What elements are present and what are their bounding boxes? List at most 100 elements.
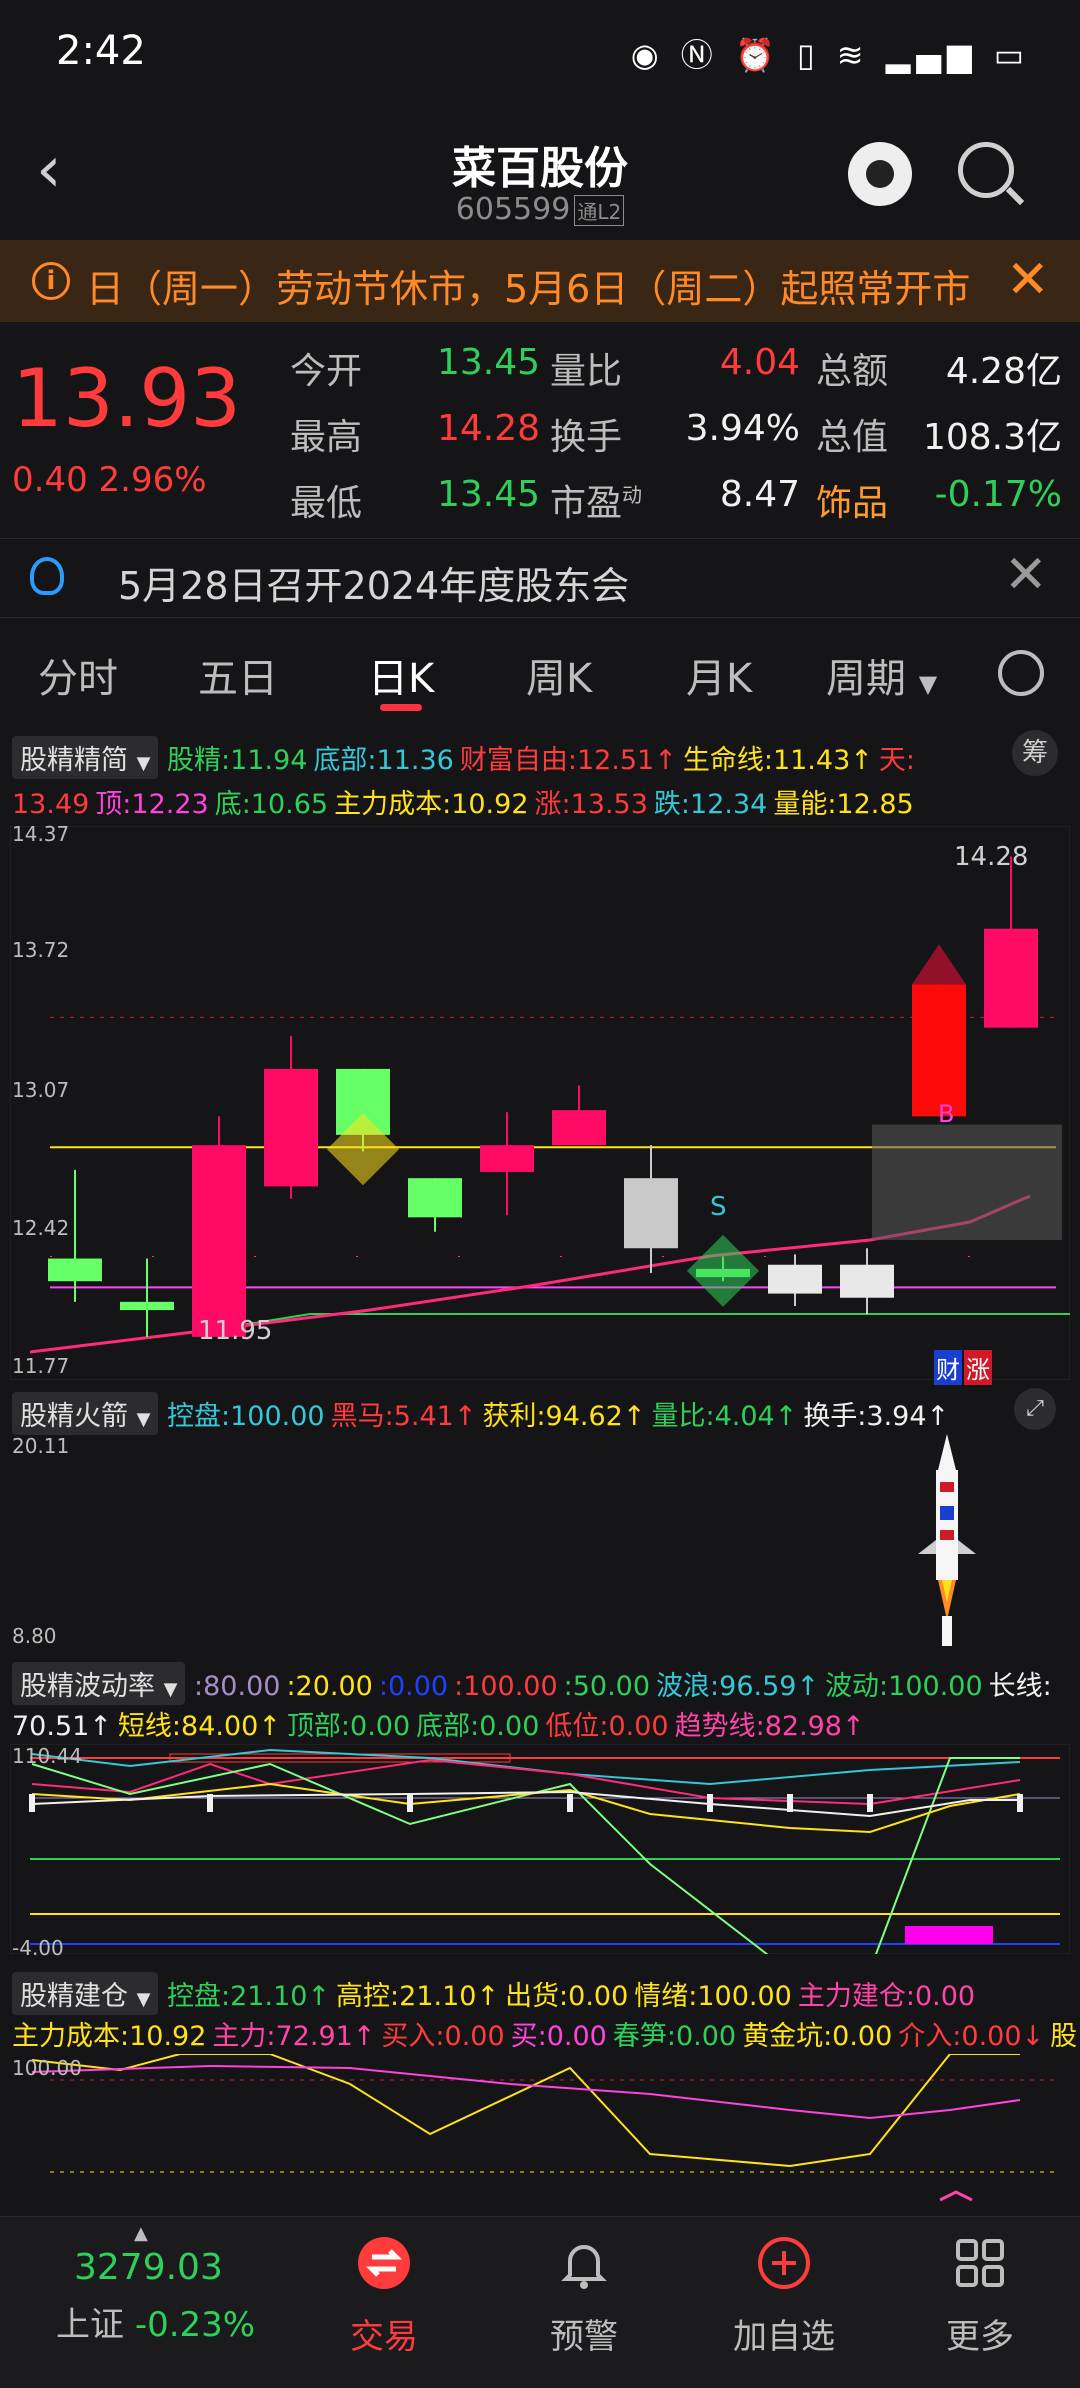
candle-body <box>408 1178 462 1218</box>
candle-body <box>552 1110 606 1146</box>
indicator3-selector[interactable]: 股精波动率 ▼ <box>12 1662 186 1705</box>
indicator-value: 情绪:100.00 <box>634 1981 792 2012</box>
indicator2-selector[interactable]: 股精火箭 ▼ <box>12 1392 159 1435</box>
candle-body <box>768 1264 822 1294</box>
indicator-value: 趋势线:82.98↑ <box>674 1711 865 1742</box>
tab-monthly-k[interactable]: 月K <box>686 646 752 704</box>
tab-five-day[interactable]: 五日 <box>198 646 278 704</box>
candle-body <box>480 1145 534 1172</box>
indicator-value: 底部:0.00 <box>416 1711 540 1742</box>
volatility-chart[interactable] <box>10 1744 1070 1954</box>
indicator3-name: 股精波动率 <box>20 1671 155 1702</box>
quote-label-sup: 动 <box>622 483 643 507</box>
index-info[interactable]: 上证 -0.23% <box>56 2297 255 2346</box>
quote-value: 3.94% <box>685 408 800 449</box>
expand-icon[interactable]: ⤢ <box>1014 1388 1056 1430</box>
indicator3-values-line2: 70.51↑ 短线:84.00↑ 顶部:0.00 底部:0.00 低位:0.00 趋势线:… <box>12 1704 871 1743</box>
status-bar: 2:42 ◉ Ⓝ ⏰ ▯ ≋ ▂▄▆ ▭ <box>0 0 1080 110</box>
position-chart[interactable] <box>10 2054 1070 2214</box>
plus-circle-icon <box>758 2237 810 2289</box>
long-tick <box>407 1794 413 1812</box>
notice-text: 日（周一）劳动节休市，5月6日（周二）起照常开市； <box>86 267 976 311</box>
candle-body <box>120 1301 174 1311</box>
quote-label: 总额 <box>816 351 889 392</box>
indicator-value: 波动:100.00 <box>825 1671 983 1702</box>
tab-daily-k[interactable]: 日K <box>368 646 434 704</box>
nav-more-label: 更多 <box>946 2317 1014 2357</box>
y-tick-label: 8.80 <box>12 1624 57 1648</box>
last-price: 13.93 <box>12 352 242 445</box>
indicator3-values-line1: :80.00:20.00:0.00:100.00:50.00 波浪:96.59↑ 波… <box>194 1671 1058 1702</box>
wifi-icon: ≋ <box>836 36 870 74</box>
indicator2-values: 控盘:100.00 黑马:5.41↑ 获利:94.62↑ 量比:4.04↑ 换手:3.9… <box>167 1401 955 1432</box>
stock-code: 605599 通L2 <box>0 192 1080 227</box>
indicator-value: :50.00 <box>563 1671 651 1702</box>
alarm-icon: ⏰ <box>734 36 781 74</box>
indicator-value: 低位:0.00 <box>545 1711 669 1742</box>
chip-distribution-button[interactable]: 筹 <box>1012 730 1058 776</box>
trade-icon <box>358 2237 410 2289</box>
indicator-value: 出货:0.00 <box>505 1981 629 2012</box>
chevron-down-icon: ▼ <box>918 670 938 698</box>
rocket-icon <box>918 1434 976 1646</box>
indicator-value: 股精:11.94 <box>167 745 308 776</box>
mascot-icon[interactable] <box>848 142 912 206</box>
candle-body <box>48 1258 102 1282</box>
indicator-value: 获利:94.62↑ <box>482 1401 646 1432</box>
indicator4-values-line1: 控盘:21.10↑ 高控:21.10↑ 出货:0.00 情绪:100.00 主力建仓:0… <box>167 1981 981 2012</box>
indicator-value: 生命线:11.43↑ <box>682 745 873 776</box>
info-icon: i <box>32 262 70 300</box>
nfc-icon: Ⓝ <box>680 36 719 74</box>
tab-intraday[interactable]: 分时 <box>38 646 118 704</box>
quote-label: 最低 <box>290 483 363 524</box>
candle-body <box>984 928 1038 1028</box>
indicator3-header: 股精波动率 ▼ :80.00:20.00:0.00:100.00:50.00 波浪… <box>12 1662 1058 1705</box>
chevron-up-icon[interactable]: ▲ <box>134 2223 148 2244</box>
indicator4-name: 股精建仓 <box>20 1981 128 2012</box>
clock: 2:42 <box>56 28 146 74</box>
index-percent: -0.23% <box>134 2305 256 2345</box>
quote-value: 4.04 <box>719 342 800 383</box>
stock-header: ‹ 菜百股份 605599 通L2 <box>0 110 1080 240</box>
indicator-value: 换手:3.94↑ <box>803 1401 950 1432</box>
period-tabs: 分时 五日 日K 周K 月K 周期 ▼ <box>0 624 1080 720</box>
shareholder-meeting-bar[interactable]: 5月28日召开2024年度股东会 ✕ <box>0 538 1080 618</box>
bulb-icon <box>30 557 64 595</box>
indicator1-selector[interactable]: 股精精简 ▼ <box>12 736 159 779</box>
kline-chart[interactable] <box>10 826 1070 1380</box>
y-tick-label: 13.07 <box>12 1078 70 1102</box>
chevron-down-icon: ▼ <box>136 753 151 774</box>
indicator-value: 跌:12.34 <box>653 789 768 820</box>
quote-panel: 13.93 0.40 2.96% 今开 13.45 量比 4.04 总额 4.28亿 最高 1… <box>0 322 1080 532</box>
index-value[interactable]: 3279.03 <box>74 2247 223 2288</box>
candle-body <box>192 1145 246 1337</box>
y-tick-label: 100.00 <box>12 2056 82 2080</box>
status-icons: ◉ Ⓝ ⏰ ▯ ≋ ▂▄▆ ▭ <box>631 30 1030 76</box>
close-icon[interactable]: ✕ <box>1004 545 1048 605</box>
indicator-value: 主力:72.91↑ <box>212 2021 376 2052</box>
bottom-nav: ▲ 3279.03 上证 -0.23% 交易 预警 加自选 更多 <box>0 2216 1080 2388</box>
red-arrow-marker <box>912 944 966 985</box>
chevron-down-icon: ▼ <box>136 1989 151 2010</box>
indicator-value: 70.51↑ <box>12 1711 112 1742</box>
buy-mark: B <box>938 1100 955 1128</box>
sentiment-line <box>31 2054 1020 2168</box>
indicator2-name: 股精火箭 <box>20 1401 128 1432</box>
level2-badge: 通L2 <box>574 195 625 226</box>
indicator4-selector[interactable]: 股精建仓 ▼ <box>12 1972 159 2015</box>
grid-icon <box>956 2239 1004 2287</box>
bell-icon <box>561 2245 607 2289</box>
indicator4-header: 股精建仓 ▼ 控盘:21.10↑ 高控:21.10↑ 出货:0.00 情绪:100.0… <box>12 1972 981 2015</box>
indicator-value: 春笋:0.00 <box>612 2021 737 2052</box>
search-icon[interactable] <box>958 142 1014 198</box>
quote-label: 饰品 <box>816 483 889 524</box>
index-name: 上证 <box>56 2305 124 2345</box>
close-icon[interactable]: ✕ <box>1006 250 1050 310</box>
quote-value: 13.45 <box>436 342 540 383</box>
change-value: 0.40 <box>12 460 88 500</box>
settings-gear-icon[interactable] <box>998 650 1044 696</box>
indicator-value: 主力成本:10.92 <box>334 789 529 820</box>
tab-weekly-k[interactable]: 周K <box>526 646 592 704</box>
indicator-value: 顶:12.23 <box>95 789 209 820</box>
tab-period[interactable]: 周期 ▼ <box>826 646 937 704</box>
